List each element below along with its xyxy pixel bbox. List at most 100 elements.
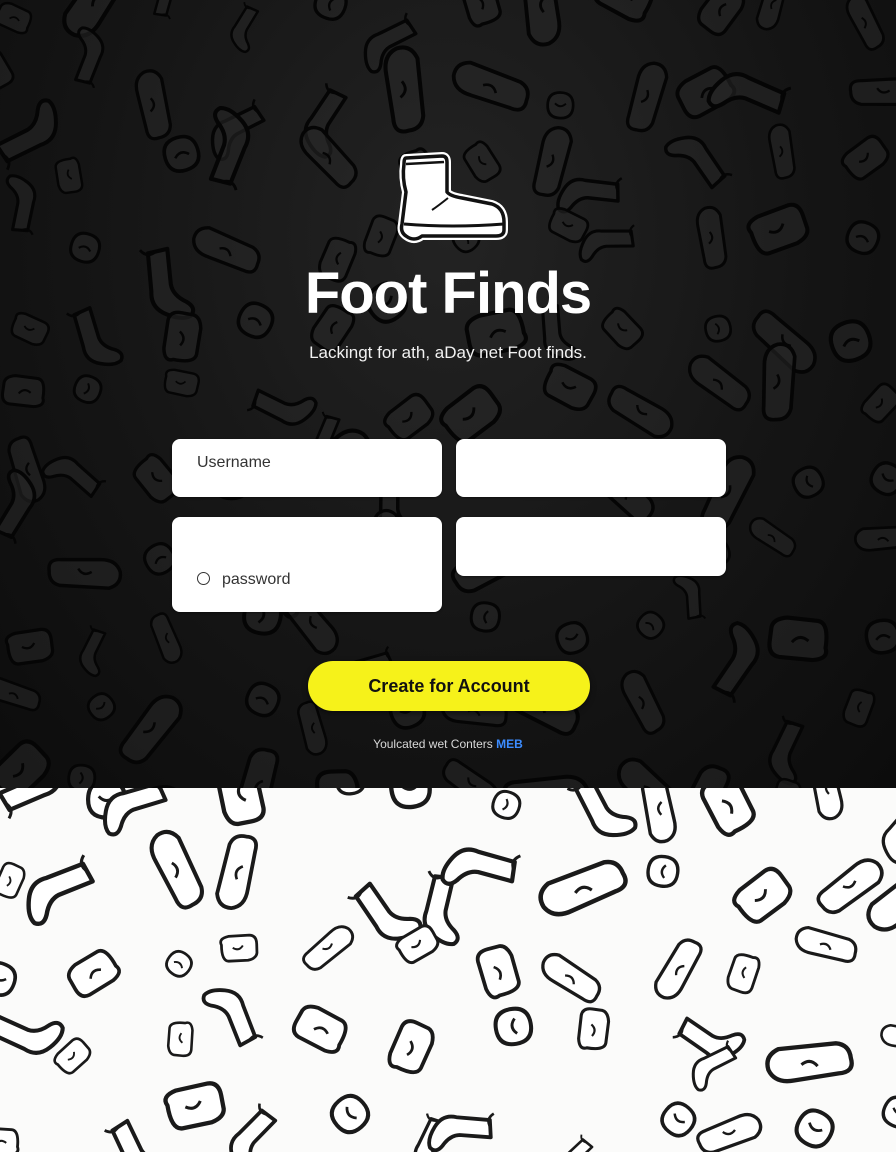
pattern-doodle (869, 461, 896, 497)
pattern-doodle (4, 627, 55, 666)
pattern-doodle (726, 953, 761, 995)
shoe-pattern-illustration (0, 788, 896, 1152)
pattern-doodle (86, 692, 116, 722)
pattern-doodle (880, 1023, 896, 1051)
pattern-doodle (646, 854, 680, 888)
pattern-doodle (0, 676, 42, 712)
right-bottom-input[interactable] (456, 517, 730, 578)
pattern-doodle (765, 1041, 854, 1084)
pattern-doodle (0, 374, 46, 409)
pattern-doodle (881, 1095, 896, 1129)
footer-text: Youlcated wet Conters (373, 737, 493, 751)
pattern-doodle (885, 950, 896, 1026)
right-top-input[interactable] (456, 439, 730, 499)
pattern-doodle (577, 1007, 611, 1051)
pattern-doodle (696, 1112, 763, 1152)
pattern-doodle (491, 789, 522, 820)
pattern-doodle (451, 60, 530, 112)
pattern-doodle (493, 1006, 534, 1047)
pattern-doodle (732, 866, 793, 924)
password-field[interactable] (172, 517, 442, 612)
pattern-doodle (0, 1, 33, 35)
pattern-doodle (469, 601, 502, 633)
pattern-doodle (387, 1019, 435, 1075)
pattern-doodle (767, 615, 829, 663)
pattern-doodle (0, 861, 26, 899)
pattern-doodle (163, 368, 200, 398)
pattern-doodle (427, 1112, 495, 1152)
pattern-doodle (313, 0, 348, 21)
pattern-doodle (72, 374, 103, 404)
pattern-doodle (842, 688, 876, 728)
pattern-doodle (620, 669, 666, 735)
pattern-doodle (711, 621, 760, 703)
pattern-doodle (755, 0, 788, 31)
pattern-doodle (149, 612, 183, 665)
pattern-doodle (0, 960, 18, 997)
pattern-doodle (664, 135, 733, 190)
pattern-doodle (104, 1118, 171, 1152)
password-input[interactable] (220, 570, 424, 590)
pattern-doodle (475, 944, 521, 1000)
pattern-doodle (546, 91, 575, 120)
pattern-doodle (299, 125, 358, 189)
pattern-doodle (541, 952, 602, 1004)
radio-icon[interactable] (197, 572, 210, 585)
pattern-doodle (748, 516, 797, 558)
pattern-doodle (334, 788, 367, 796)
dark-hero-section: Foot Finds Lackingt for ath, aDay net Fo… (0, 0, 896, 788)
pattern-doodle (67, 763, 97, 788)
pattern-doodle (746, 202, 810, 256)
boot-icon (397, 152, 508, 243)
create-account-button[interactable]: Create for Account (308, 661, 590, 711)
pattern-doodle (0, 1127, 20, 1152)
pattern-doodle (673, 764, 731, 788)
pattern-doodle (5, 174, 37, 236)
pattern-doodle (41, 455, 107, 498)
app-title: Foot Finds (304, 261, 592, 326)
pattern-doodle (47, 557, 123, 590)
pattern-doodle (389, 788, 432, 810)
pattern-doodle (854, 525, 896, 552)
pattern-doodle (864, 618, 896, 655)
pattern-doodle (151, 0, 176, 20)
pattern-doodle (696, 0, 746, 37)
pattern-doodle (881, 805, 896, 865)
light-pattern-section (0, 788, 896, 1152)
pattern-doodle (0, 98, 58, 171)
pattern-doodle (809, 788, 844, 821)
pattern-doodle (215, 834, 258, 910)
pattern-doodle (149, 829, 204, 910)
pattern-doodle (654, 938, 703, 1000)
username-input[interactable] (195, 453, 429, 473)
pattern-doodle (542, 362, 598, 412)
pattern-doodle (134, 69, 172, 141)
username-field[interactable] (172, 439, 442, 497)
pattern-doodle (229, 1103, 278, 1152)
pattern-doodle (302, 925, 355, 971)
pattern-doodle (162, 134, 201, 173)
pattern-doodle (840, 134, 890, 181)
pattern-doodle (538, 859, 628, 917)
pattern-doodle (459, 0, 502, 28)
right-bottom-field[interactable] (456, 517, 730, 578)
pattern-doodle (860, 382, 896, 424)
pattern-doodle (244, 681, 281, 718)
pattern-doodle (845, 220, 881, 256)
footer: Youlcated wet Conters MEB (0, 737, 896, 751)
pattern-doodle (74, 26, 105, 89)
pattern-doodle (246, 388, 318, 426)
pattern-doodle (163, 1081, 226, 1131)
pattern-doodle (625, 61, 669, 133)
pattern-doodle (0, 788, 63, 820)
pattern-doodle (216, 788, 266, 827)
footer-link[interactable]: MEB (496, 737, 523, 751)
right-top-field[interactable] (456, 439, 730, 499)
tagline: Lackingt for ath, aDay net Foot finds. (309, 343, 587, 362)
pattern-doodle (699, 788, 756, 837)
pattern-doodle (593, 0, 655, 23)
pattern-doodle (54, 156, 84, 195)
pattern-doodle (617, 757, 685, 788)
pattern-doodle (559, 1134, 594, 1152)
pattern-doodle (660, 1101, 697, 1138)
